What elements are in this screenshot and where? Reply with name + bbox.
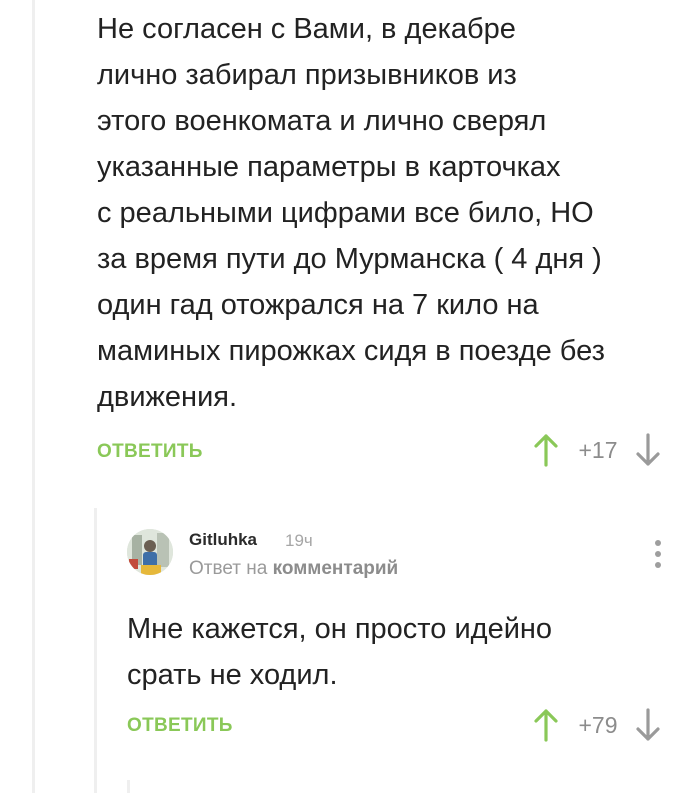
user-avatar[interactable] xyxy=(127,529,173,575)
vote-controls: +17 xyxy=(534,433,660,467)
reply-button-2[interactable]: ОТВЕТИТЬ xyxy=(127,715,233,737)
comment-text: Не согласен с Вами, в декабре лично заби… xyxy=(97,13,605,413)
arrow-down-icon[interactable] xyxy=(636,433,660,467)
thread-line-nested-2 xyxy=(127,780,130,793)
comment-time: 19ч xyxy=(285,531,313,550)
comment-author[interactable]: Gitluhka xyxy=(189,530,257,550)
reply-text: Мне кажется, он просто идейно срать не х… xyxy=(127,613,553,691)
arrow-up-icon[interactable] xyxy=(534,708,558,742)
comment-score: +17 xyxy=(578,436,618,463)
more-vertical-icon[interactable] xyxy=(650,540,666,574)
thread-line-nested xyxy=(94,508,97,793)
reply-to-line: Ответ на комментарий xyxy=(189,558,398,580)
reply-to-prefix: Ответ на xyxy=(189,558,268,579)
comment-score-2: +79 xyxy=(578,711,618,738)
reply-to-link[interactable]: комментарий xyxy=(273,558,399,579)
arrow-down-icon[interactable] xyxy=(636,708,660,742)
arrow-up-icon[interactable] xyxy=(534,433,558,467)
vote-controls-2: +79 xyxy=(534,708,660,742)
reply-button[interactable]: ОТВЕТИТЬ xyxy=(97,441,203,463)
thread-line xyxy=(32,0,35,793)
